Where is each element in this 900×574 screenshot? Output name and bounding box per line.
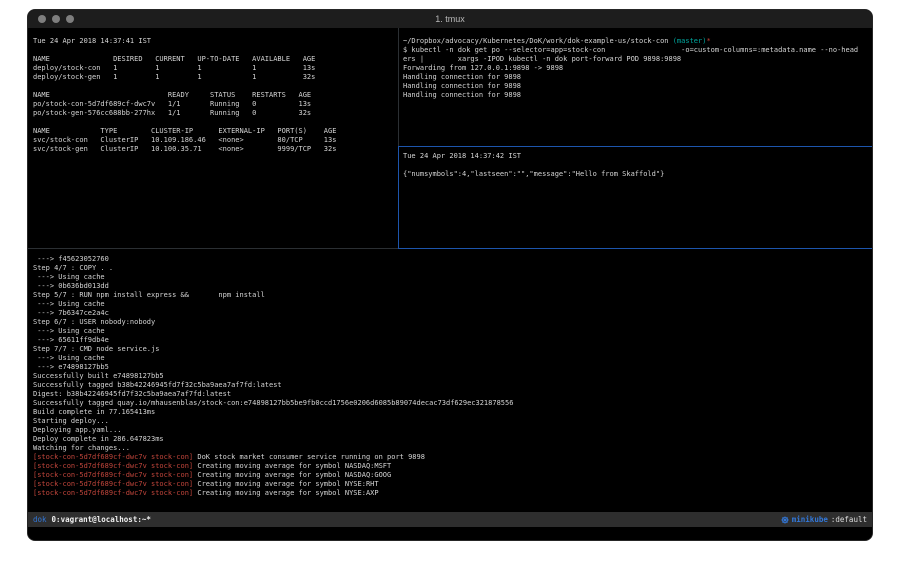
pane-service-response[interactable]: Tue 24 Apr 2018 14:37:42 IST {"numsymbol…: [399, 147, 872, 248]
terminal-content: Tue 24 Apr 2018 14:37:41 IST NAME DESIRE…: [28, 28, 872, 540]
terminal-line: svc/stock-gen ClusterIP 10.100.35.71 <no…: [33, 145, 398, 154]
terminal-line: [stock-con-5d7df689cf-dwc7v stock-con] D…: [33, 453, 872, 462]
terminal-line: Successfully tagged quay.io/mhausenblas/…: [33, 399, 872, 408]
terminal-line: Digest: b38b42246945fd7f32c5ba9aea7af7fd…: [33, 390, 872, 399]
terminal-line: Tue 24 Apr 2018 14:37:42 IST: [403, 152, 872, 161]
terminal-line: deploy/stock-con 1 1 1 1 13s: [33, 64, 398, 73]
terminal-line: NAME READY STATUS RESTARTS AGE: [33, 91, 398, 100]
terminal-line: [33, 46, 398, 55]
terminal-line: Deploying app.yaml...: [33, 426, 872, 435]
terminal-line: Handling connection for 9898: [403, 82, 872, 91]
tmux-window-label: 0:vagrant@localhost:~*: [52, 515, 151, 524]
terminal-line: [33, 82, 398, 91]
pane-kubectl-resources[interactable]: Tue 24 Apr 2018 14:37:41 IST NAME DESIRE…: [28, 28, 398, 248]
pane-border-horizontal-right-active: [398, 146, 872, 147]
terminal-line: ers | xargs -IPOD kubectl -n dok port-fo…: [403, 55, 872, 64]
terminal-line: [stock-con-5d7df689cf-dwc7v stock-con] C…: [33, 489, 872, 498]
pane-border-vertical-top: [398, 28, 399, 146]
terminal-line: Step 4/7 : COPY . .: [33, 264, 872, 273]
kube-context-name: :default: [831, 515, 867, 524]
pane-border-horizontal-bottom-active: [398, 248, 872, 249]
terminal-window: 1. tmux Tue 24 Apr 2018 14:37:41 IST NAM…: [28, 10, 872, 540]
terminal-line: ---> e74898127bb5: [33, 363, 872, 372]
pane-skaffold-build-log[interactable]: ---> f45623052760Step 4/7 : COPY . . ---…: [28, 249, 872, 512]
terminal-line: ---> 65611ff9db4e: [33, 336, 872, 345]
terminal-line: NAME DESIRED CURRENT UP-TO-DATE AVAILABL…: [33, 55, 398, 64]
terminal-line: deploy/stock-gen 1 1 1 1 32s: [33, 73, 398, 82]
terminal-line: {"numsymbols":4,"lastseen":"","message":…: [403, 170, 872, 179]
terminal-line: ---> Using cache: [33, 327, 872, 336]
terminal-line: Deploy complete in 286.647823ms: [33, 435, 872, 444]
pane-border-vertical-bottom-active: [398, 146, 399, 249]
terminal-line: ---> 7b6347ce2a4c: [33, 309, 872, 318]
terminal-line: ---> 0b636bd013dd: [33, 282, 872, 291]
terminal-line: ---> Using cache: [33, 354, 872, 363]
kubernetes-helm-icon: [781, 516, 789, 524]
terminal-line: Step 6/7 : USER nobody:nobody: [33, 318, 872, 327]
terminal-line: [stock-con-5d7df689cf-dwc7v stock-con] C…: [33, 480, 872, 489]
terminal-line: ~/Dropbox/advocacy/Kubernetes/DoK/work/d…: [403, 37, 872, 46]
terminal-line: po/stock-gen-576cc688bb-277hx 1/1 Runnin…: [33, 109, 398, 118]
terminal-line: ---> Using cache: [33, 300, 872, 309]
window-title: 1. tmux: [28, 14, 872, 24]
terminal-line: $ kubectl -n dok get po --selector=app=s…: [403, 46, 872, 55]
kube-cluster-name: minikube: [792, 515, 828, 524]
window-titlebar[interactable]: 1. tmux: [28, 10, 872, 28]
tmux-session-name: dok: [33, 515, 47, 524]
terminal-line: Handling connection for 9898: [403, 91, 872, 100]
terminal-line: Tue 24 Apr 2018 14:37:41 IST: [33, 37, 398, 46]
pane-port-forward[interactable]: ~/Dropbox/advocacy/Kubernetes/DoK/work/d…: [399, 28, 872, 146]
terminal-line: Build complete in 77.165413ms: [33, 408, 872, 417]
terminal-line: Starting deploy...: [33, 417, 872, 426]
terminal-line: svc/stock-con ClusterIP 10.109.186.46 <n…: [33, 136, 398, 145]
terminal-line: [stock-con-5d7df689cf-dwc7v stock-con] C…: [33, 462, 872, 471]
tmux-status-right: minikube:default: [781, 515, 867, 524]
pane-border-horizontal-left: [28, 248, 398, 249]
terminal-line: [403, 161, 872, 170]
terminal-line: po/stock-con-5d7df689cf-dwc7v 1/1 Runnin…: [33, 100, 398, 109]
terminal-line: Successfully built e74898127bb5: [33, 372, 872, 381]
terminal-line: ---> f45623052760: [33, 255, 872, 264]
terminal-line: ---> Using cache: [33, 273, 872, 282]
terminal-line: Watching for changes...: [33, 444, 872, 453]
tmux-status-bar: dok 0:vagrant@localhost:~* minikube:defa…: [28, 512, 872, 527]
terminal-line: [33, 118, 398, 127]
terminal-line: Step 5/7 : RUN npm install express && np…: [33, 291, 872, 300]
terminal-line: NAME TYPE CLUSTER-IP EXTERNAL-IP PORT(S)…: [33, 127, 398, 136]
terminal-line: [stock-con-5d7df689cf-dwc7v stock-con] C…: [33, 471, 872, 480]
terminal-line: Successfully tagged b38b42246945fd7f32c5…: [33, 381, 872, 390]
terminal-line: Forwarding from 127.0.0.1:9898 -> 9898: [403, 64, 872, 73]
terminal-line: Step 7/7 : CMD node service.js: [33, 345, 872, 354]
terminal-line: Handling connection for 9898: [403, 73, 872, 82]
